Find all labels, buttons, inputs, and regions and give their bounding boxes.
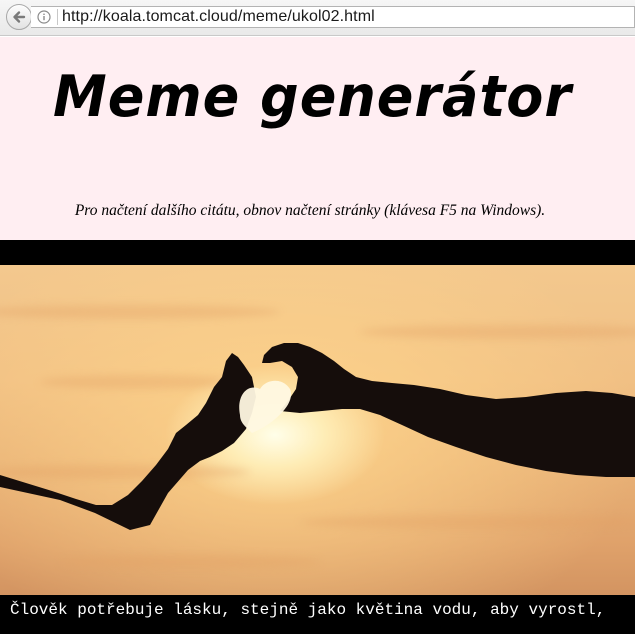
page-header: Meme generátor Pro načtení dalšího citát… xyxy=(0,37,635,240)
page-title: Meme generátor xyxy=(52,63,572,130)
info-icon[interactable] xyxy=(31,6,57,28)
url-text[interactable]: http://koala.tomcat.cloud/meme/ukol02.ht… xyxy=(62,8,375,26)
page-subtitle: Pro načtení dalšího citátu, obnov načten… xyxy=(74,202,546,219)
back-button[interactable] xyxy=(6,4,32,30)
address-bar[interactable]: http://koala.tomcat.cloud/meme/ukol02.ht… xyxy=(31,6,635,28)
meme-frame: Člověk potřebuje lásku, stejně jako květ… xyxy=(0,240,635,634)
meme-caption: Člověk potřebuje lásku, stejně jako květ… xyxy=(10,601,606,619)
url-separator xyxy=(57,9,58,25)
meme-image xyxy=(0,265,635,595)
arrow-left-icon xyxy=(13,11,26,23)
hands-heart-silhouette xyxy=(0,343,635,530)
browser-toolbar: http://koala.tomcat.cloud/meme/ukol02.ht… xyxy=(0,0,635,36)
